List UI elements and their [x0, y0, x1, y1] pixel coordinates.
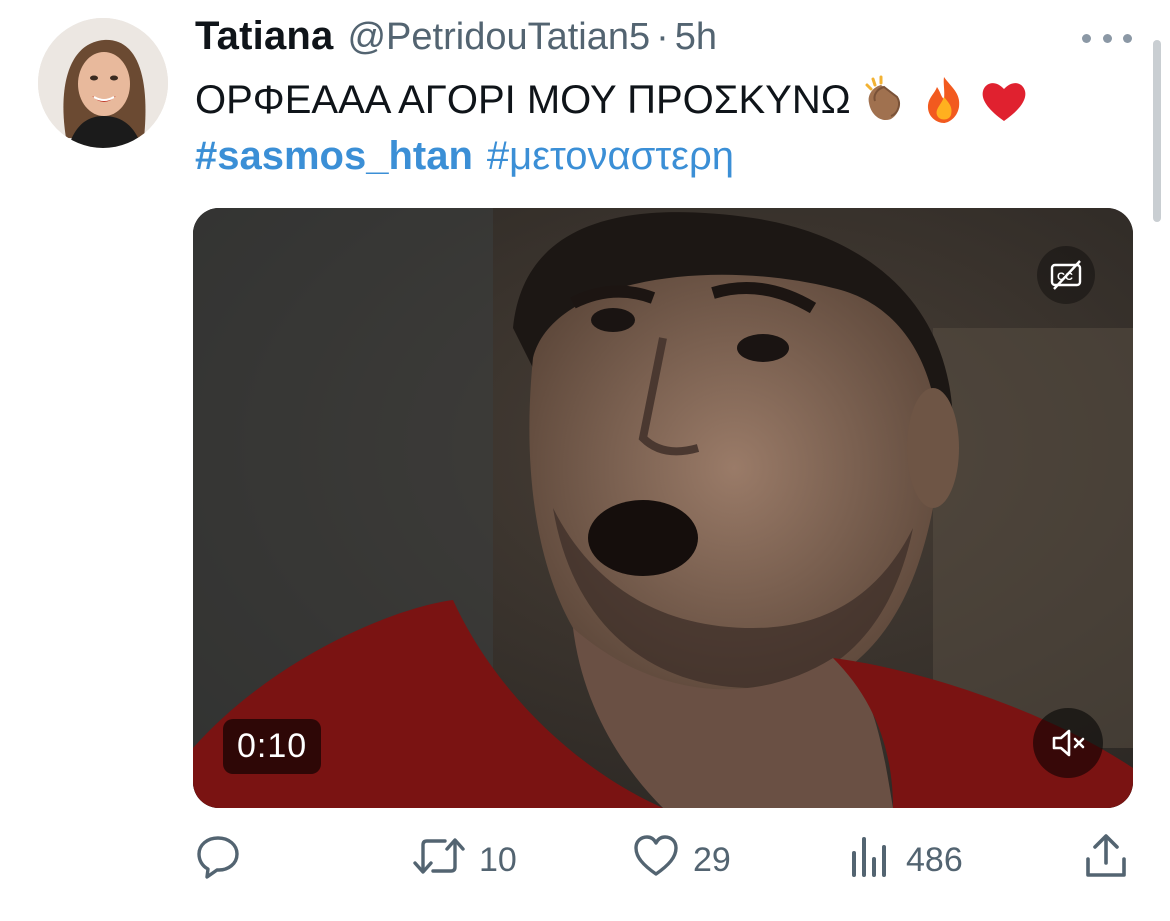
retweet-icon [411, 831, 467, 890]
retweet-count: 10 [479, 840, 517, 879]
reply-icon [193, 831, 243, 890]
tweet-header: Tatiana @PetridouTatian5 · 5h [195, 14, 717, 59]
tweet-card[interactable]: Tatiana @PetridouTatian5 · 5h ΟΡΦΕΑΑΑ ΑΓ… [0, 0, 1170, 921]
clapping-hands-emoji [857, 73, 911, 127]
hashtag-link[interactable]: #μετοναστερη [487, 128, 734, 184]
red-heart-emoji [977, 73, 1031, 127]
hashtag-link[interactable]: #sasmos_htan [195, 128, 473, 184]
views-button[interactable]: 486 [848, 830, 963, 890]
video-player[interactable]: CC 0:10 [193, 208, 1133, 808]
share-icon [1083, 831, 1129, 890]
tweet-text: ΟΡΦΕΑΑΑ ΑΓΟΡΙ ΜΟΥ ΠΡΟΣΚΥΝΩ #sasmos_htan … [195, 72, 1031, 184]
reply-button[interactable] [193, 830, 243, 890]
tweet-actions: 10 29 486 [193, 830, 1133, 890]
heart-icon [631, 831, 681, 890]
author-name[interactable]: Tatiana [195, 14, 333, 59]
separator-dot: · [656, 16, 669, 58]
author-handle[interactable]: @PetridouTatian5 [347, 16, 650, 59]
scrollbar[interactable] [1153, 40, 1161, 222]
share-button[interactable] [1083, 830, 1129, 890]
views-chart-icon [848, 831, 894, 890]
video-duration: 0:10 [223, 719, 322, 774]
volume-muted-icon[interactable] [1033, 708, 1103, 778]
captions-off-icon[interactable]: CC [1037, 246, 1095, 304]
retweet-button[interactable]: 10 [411, 830, 517, 890]
fire-emoji [917, 73, 971, 127]
like-button[interactable]: 29 [631, 830, 731, 890]
like-count: 29 [693, 840, 731, 879]
video-frame [193, 208, 1133, 808]
views-count: 486 [906, 840, 963, 879]
tweet-text-content: ΟΡΦΕΑΑΑ ΑΓΟΡΙ ΜΟΥ ΠΡΟΣΚΥΝΩ [195, 78, 851, 122]
more-options-icon[interactable] [1082, 24, 1132, 52]
tweet-time[interactable]: 5h [675, 16, 717, 59]
avatar[interactable] [38, 18, 168, 148]
